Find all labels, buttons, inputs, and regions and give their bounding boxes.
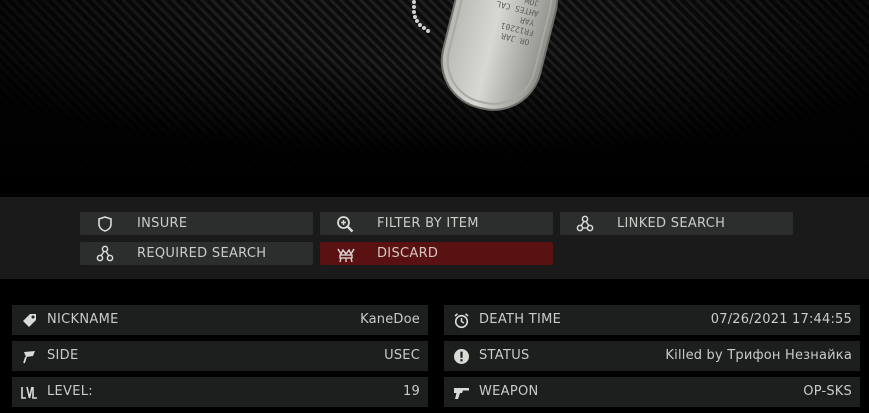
level-label: LEVEL: [47, 384, 93, 399]
level-value: 19 [403, 384, 420, 399]
required-nodes-icon [96, 245, 114, 262]
rifle-icon [454, 388, 469, 399]
discard-label: DISCARD [377, 246, 439, 261]
side-value: USEC [384, 348, 420, 363]
filter-by-item-button[interactable]: FILTER BY ITEM [320, 212, 553, 235]
death-time-value: 07/26/2021 17:44:55 [710, 312, 852, 327]
required-search-button[interactable]: REQUIRED SEARCH [80, 242, 313, 265]
flag-icon [23, 351, 35, 364]
linked-nodes-icon [576, 215, 594, 232]
side-label: SIDE [47, 348, 79, 363]
filter-by-item-label: FILTER BY ITEM [377, 216, 479, 231]
insure-button[interactable]: INSURE [80, 212, 313, 235]
discard-button[interactable]: DISCARD [320, 242, 553, 265]
nickname-label: NICKNAME [47, 312, 119, 327]
chain-image [412, 0, 430, 33]
nickname-value: KaneDoe [360, 312, 420, 327]
discard-icon [337, 248, 355, 263]
status-value: Killed by Трифон Незнайка [665, 348, 852, 363]
item-inspect-window: JOW AHTES CAL YAR FR12201 OR JAR INSURE [0, 0, 869, 413]
exclamation-icon [454, 349, 469, 364]
death-time-row: DEATH TIME 07/26/2021 17:44:55 [444, 305, 860, 335]
linked-search-button[interactable]: LINKED SEARCH [560, 212, 793, 235]
magnifier-plus-icon [337, 216, 354, 233]
linked-search-label: LINKED SEARCH [617, 216, 726, 231]
required-search-label: REQUIRED SEARCH [137, 246, 267, 261]
nickname-row: NICKNAME KaneDoe [12, 305, 428, 335]
level-icon [21, 386, 37, 399]
preview-fade [0, 126, 869, 196]
level-row: LEVEL: 19 [12, 377, 428, 407]
item-preview: JOW AHTES CAL YAR FR12201 OR JAR [0, 0, 869, 196]
side-row: SIDE USEC [12, 341, 428, 371]
status-row: STATUS Killed by Трифон Незнайка [444, 341, 860, 371]
tag-icon [23, 314, 36, 327]
status-label: STATUS [479, 348, 530, 363]
insure-label: INSURE [137, 216, 188, 231]
clock-icon [454, 313, 469, 329]
weapon-value: OP-SKS [803, 384, 852, 399]
death-time-label: DEATH TIME [479, 312, 562, 327]
weapon-row: WEAPON OP-SKS [444, 377, 860, 407]
weapon-label: WEAPON [479, 384, 539, 399]
action-bar: INSURE FILTER BY ITEM LINKED SEARCH REQU… [0, 197, 869, 279]
shield-icon [98, 216, 112, 232]
